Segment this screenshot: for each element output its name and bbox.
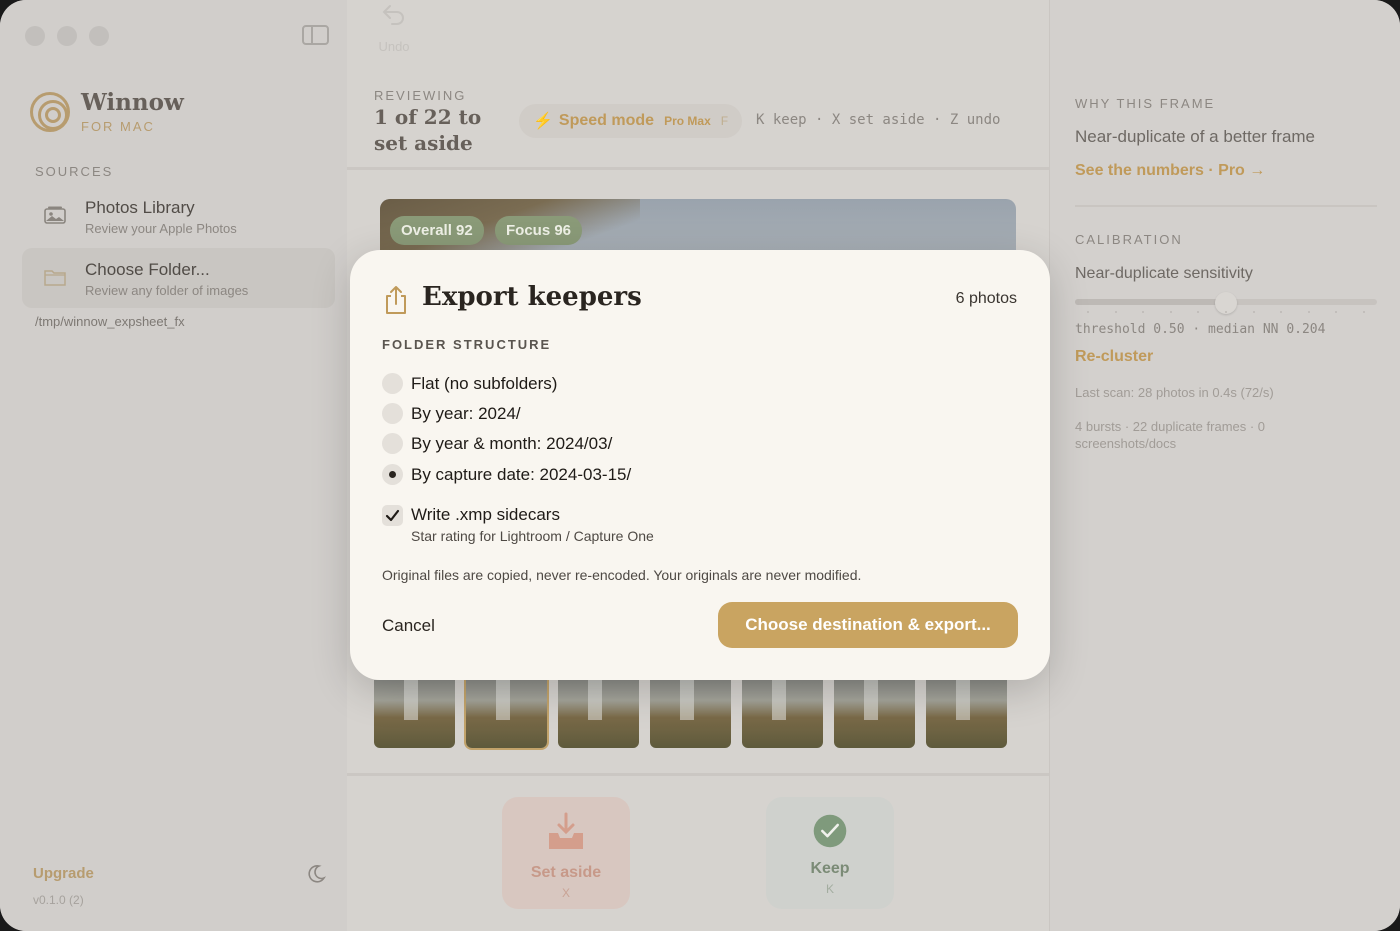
radio-button-selected[interactable]: [382, 464, 403, 485]
moon-icon[interactable]: [306, 864, 326, 884]
radio-label: Flat (no subfolders): [411, 373, 558, 393]
radio-button[interactable]: [382, 403, 403, 424]
keyboard-shortcuts-hint: K keep · X set aside · Z undo: [756, 112, 1001, 128]
keep-label: Keep: [810, 860, 850, 877]
thumbnail[interactable]: [558, 680, 639, 748]
zoom-window-button[interactable]: [89, 26, 109, 46]
xmp-checkbox[interactable]: [382, 505, 403, 526]
folder-structure-label: FOLDER STRUCTURE: [382, 337, 552, 352]
calibration-label: CALIBRATION: [1075, 232, 1183, 247]
upgrade-link[interactable]: Upgrade: [33, 865, 94, 882]
focus-score-badge: Focus 96: [495, 216, 583, 245]
radio-by-year[interactable]: By year: 2024/: [382, 403, 521, 424]
reviewing-label: REVIEWING: [374, 88, 467, 103]
radio-button[interactable]: [382, 373, 403, 394]
set-aside-label: Set aside: [530, 864, 602, 881]
checkmark-icon: [385, 509, 400, 522]
why-this-frame-text: Near-duplicate of a better frame: [1075, 127, 1316, 146]
action-bar: [347, 773, 1049, 931]
radio-by-year-month[interactable]: By year & month: 2024/03/: [382, 433, 612, 454]
share-icon: [386, 286, 406, 314]
sidebar: Winnow FOR MAC SOURCES Photos Library Re…: [0, 0, 347, 931]
close-window-button[interactable]: [25, 26, 45, 46]
sensitivity-label: Near-duplicate sensitivity: [1075, 265, 1253, 282]
last-scan-text: Last scan: 28 photos in 0.4s (72/s): [1075, 385, 1274, 400]
choose-destination-export-button[interactable]: Choose destination & export...: [718, 602, 1018, 648]
divider: [1075, 205, 1377, 207]
sidebar-item-label: Choose Folder...: [85, 260, 210, 279]
checkmark-circle-icon: [813, 814, 847, 848]
app-name: Winnow: [81, 89, 184, 116]
slider-ticks: [1075, 311, 1377, 314]
folder-icon: [44, 270, 66, 286]
keep-key: K: [825, 882, 834, 896]
speed-mode-label: Speed mode: [558, 112, 655, 129]
thumbnail[interactable]: [742, 680, 823, 748]
app-logo-icon: [30, 92, 70, 132]
bolt-icon: ⚡: [533, 113, 553, 130]
sidebar-item-desc: Review your Apple Photos: [85, 221, 237, 236]
thumbnail[interactable]: [650, 680, 731, 748]
speed-mode-key: F: [720, 114, 729, 128]
dialog-title: Export keepers: [422, 282, 642, 312]
radio-label: By year & month: 2024/03/: [411, 433, 613, 453]
photo-count: 6 photos: [955, 290, 1017, 307]
inspector-panel: WHY THIS FRAME Near-duplicate of a bette…: [1049, 0, 1400, 931]
xmp-label: Write .xmp sidecars: [411, 505, 560, 524]
see-the-numbers-link[interactable]: See the numbers · Pro →: [1075, 162, 1265, 180]
scan-stats-text: 4 bursts · 22 duplicate frames · 0 scree…: [1075, 419, 1266, 451]
radio-flat[interactable]: Flat (no subfolders): [382, 373, 557, 394]
sidebar-item-choose-folder[interactable]: Choose Folder... Review any folder of im…: [22, 248, 335, 308]
pro-max-badge: Pro Max: [664, 114, 711, 128]
app-window: Winnow FOR MAC SOURCES Photos Library Re…: [0, 0, 1400, 931]
thumbnail-selected[interactable]: [466, 680, 547, 748]
photo-icon: [44, 206, 66, 224]
speed-mode-button[interactable]: ⚡ Speed mode Pro Max F: [519, 104, 743, 138]
version-label: v0.1.0 (2): [33, 893, 84, 907]
originals-note: Original files are copied, never re-enco…: [382, 567, 862, 583]
thumbnail[interactable]: [834, 680, 915, 748]
xmp-sublabel: Star rating for Lightroom / Capture One: [411, 528, 654, 544]
export-dialog: Export keepers 6 photos FOLDER STRUCTURE…: [350, 250, 1050, 680]
radio-label: By year: 2024/: [411, 403, 521, 423]
sources-label: SOURCES: [35, 164, 114, 179]
threshold-readout: threshold 0.50 · median NN 0.204: [1075, 322, 1326, 337]
window-controls: [25, 26, 109, 46]
radio-by-capture-date[interactable]: By capture date: 2024-03-15/: [382, 464, 631, 485]
sensitivity-slider[interactable]: [1075, 292, 1377, 314]
minimize-window-button[interactable]: [57, 26, 77, 46]
overall-score-badge: Overall 92: [390, 216, 484, 245]
sidebar-item-label: Photos Library: [85, 198, 195, 217]
why-this-frame-label: WHY THIS FRAME: [1075, 96, 1216, 111]
radio-label: By capture date: 2024-03-15/: [411, 464, 632, 484]
tray-down-icon: [549, 812, 583, 849]
radio-button[interactable]: [382, 433, 403, 454]
thumbnail[interactable]: [374, 680, 455, 748]
sidebar-toggle-icon[interactable]: [302, 25, 329, 45]
sidebar-item-photos-library[interactable]: Photos Library Review your Apple Photos: [22, 186, 335, 246]
recluster-link[interactable]: Re-cluster: [1075, 348, 1153, 366]
keep-button[interactable]: Keep K: [766, 797, 894, 909]
folder-path: /tmp/winnow_expsheet_fx: [35, 314, 185, 329]
reviewing-count: 1 of 22 to set aside: [374, 105, 482, 155]
cancel-button[interactable]: Cancel: [382, 616, 435, 636]
sidebar-item-desc: Review any folder of images: [85, 283, 249, 298]
thumbnail[interactable]: [926, 680, 1007, 748]
app-subtitle: FOR MAC: [81, 119, 155, 134]
set-aside-button[interactable]: Set aside X: [502, 797, 630, 909]
thumbnail-strip: [374, 680, 1007, 748]
set-aside-key: X: [561, 886, 570, 900]
